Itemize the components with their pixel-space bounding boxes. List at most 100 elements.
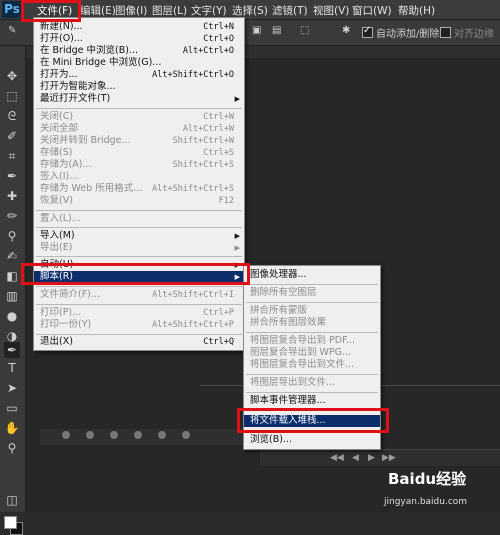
submenu-item-image-processor[interactable]: 图像处理器... [244, 269, 380, 281]
history-brush-tool-icon[interactable]: ✍ [4, 248, 20, 264]
menu-separator [36, 210, 242, 211]
layer-style-icon[interactable] [86, 431, 94, 439]
menu-separator [246, 374, 378, 375]
menu-file[interactable]: 文件(F) [37, 3, 72, 18]
next-frame-icon[interactable]: ▶▶ [382, 453, 396, 463]
menu-image[interactable]: 图像(I) [115, 3, 147, 18]
menu-item-save-for-web[interactable]: 存储为 Web 所用格式... Alt+Shift+Ctrl+S [34, 183, 244, 195]
file-menu-dropdown: 新建(N)... Ctrl+N 打开(O)... Ctrl+O 在 Bridge 中… [33, 17, 245, 351]
type-tool-icon[interactable]: T [4, 360, 20, 376]
menu-separator [246, 284, 378, 285]
menu-item-open-as[interactable]: 打开为... Alt+Shift+Ctrl+O [34, 69, 244, 81]
quick-mask-icon[interactable]: ◫ [4, 492, 20, 508]
pen-tool-icon[interactable]: ✒ [4, 342, 20, 358]
menu-item-close[interactable]: 关闭(C) Ctrl+W [34, 111, 244, 123]
settings-gear-icon[interactable]: ✱ [342, 25, 350, 39]
menu-item-exit[interactable]: 退出(X) Ctrl+Q [34, 336, 244, 348]
menu-item-export[interactable]: 导出(E) ▶ [34, 242, 244, 254]
menu-filter[interactable]: 滤镜(T) [272, 3, 308, 18]
zoom-tool-icon[interactable]: ⚲ [4, 440, 20, 456]
checkbox-checked-icon [362, 25, 373, 38]
submenu-item-comps-to-files[interactable]: 将图层复合导出到文件... [244, 359, 380, 371]
menu-item-close-go-bridge[interactable]: 关闭并转到 Bridge... Shift+Ctrl+W [34, 135, 244, 147]
submenu-item-browse[interactable]: 浏览(B)... [244, 434, 380, 446]
eyedropper-tool-icon[interactable]: ✒ [4, 168, 20, 184]
menu-edit[interactable]: 编辑(E) [80, 3, 116, 18]
submenu-arrow-icon: ▶ [234, 261, 240, 269]
path-ops-icon[interactable]: ▣ [252, 25, 261, 39]
menu-item-browse-mini-bridge[interactable]: 在 Mini Bridge 中浏览(G)... [34, 57, 244, 69]
new-layer-icon[interactable] [182, 431, 190, 439]
auto-add-delete-checkbox[interactable]: 自动添加/删除 [362, 25, 440, 40]
menu-item-new[interactable]: 新建(N)... Ctrl+N [34, 21, 244, 33]
menu-separator [36, 334, 242, 335]
path-selection-tool-icon[interactable]: ➤ [4, 380, 20, 396]
menu-separator [246, 302, 378, 303]
menu-item-automate[interactable]: 自动(U) ▶ [34, 259, 244, 271]
shape-tool-icon[interactable]: ▭ [4, 400, 20, 416]
submenu-item-flatten-layer-effects[interactable]: 拼合所有图层效果 [244, 317, 380, 329]
menu-item-scripts[interactable]: 脚本(R) ▶ [34, 271, 244, 283]
healing-tool-icon[interactable]: ✚ [4, 188, 20, 204]
hand-tool-icon[interactable]: ✋ [4, 420, 20, 436]
align-edges-checkbox[interactable]: 对齐边缘 [440, 25, 494, 40]
submenu-item-flatten-masks[interactable]: 拼合所有蒙版 [244, 305, 380, 317]
add-mask-icon[interactable] [110, 431, 118, 439]
menu-layer[interactable]: 图层(L) [152, 3, 187, 18]
submenu-item-load-files-into-stack[interactable]: 将文件载入堆栈... [244, 415, 380, 427]
menu-item-import[interactable]: 导入(M) ▶ [34, 230, 244, 242]
menu-item-file-info[interactable]: 文件简介(F)... Alt+Shift+Ctrl+I [34, 289, 244, 301]
adjustment-layer-icon[interactable] [134, 431, 142, 439]
menu-item-save[interactable]: 存储(S) Ctrl+S [34, 147, 244, 159]
submenu-item-delete-empty-layers[interactable]: 删除所有空图层 [244, 287, 380, 299]
pen-tool-icon[interactable]: ✎ [8, 25, 16, 39]
gradient-tool-icon[interactable]: ▥ [4, 288, 20, 304]
watermark-url: jingyan.baidu.com [384, 497, 468, 507]
quick-select-tool-icon[interactable]: ✐ [4, 128, 20, 144]
menu-view[interactable]: 视图(V) [313, 3, 349, 18]
marquee-tool-icon[interactable]: ⬚ [4, 88, 20, 104]
clone-stamp-tool-icon[interactable]: ⚲ [4, 228, 20, 244]
submenu-item-script-events-manager[interactable]: 脚本事件管理器... [244, 395, 380, 407]
auto-add-delete-label: 自动添加/删除 [376, 29, 440, 40]
arrange-icon[interactable]: ⬚ [300, 25, 309, 39]
timeline-controls: ◀◀ ◀ ▶ ▶▶ [260, 449, 500, 466]
submenu-item-layers-to-files[interactable]: 将图层导出到文件... [244, 377, 380, 389]
submenu-arrow-icon: ▶ [234, 232, 240, 240]
menu-item-open-smart-object[interactable]: 打开为智能对象... [34, 81, 244, 93]
first-frame-icon[interactable]: ◀◀ [330, 453, 344, 463]
menu-item-open[interactable]: 打开(O)... Ctrl+O [34, 33, 244, 45]
crop-tool-icon[interactable]: ⌗ [4, 148, 20, 164]
foreground-color-swatch[interactable] [4, 516, 17, 529]
menu-item-browse-bridge[interactable]: 在 Bridge 中浏览(B)... Alt+Ctrl+O [34, 45, 244, 57]
menu-item-print[interactable]: 打印(P)... Ctrl+P [34, 307, 244, 319]
submenu-item-comps-to-wpg[interactable]: 图层复合导出到 WPG... [244, 347, 380, 359]
menu-select[interactable]: 选择(S) [232, 3, 268, 18]
menu-help[interactable]: 帮助(H) [398, 3, 435, 18]
prev-frame-icon[interactable]: ◀ [352, 453, 359, 463]
play-icon[interactable]: ▶ [368, 453, 375, 463]
submenu-item-comps-to-pdf[interactable]: 将图层复合导出到 PDF... [244, 335, 380, 347]
menu-item-print-one[interactable]: 打印一份(Y) Alt+Shift+Ctrl+P [34, 319, 244, 331]
blur-tool-icon[interactable]: ● [4, 308, 20, 324]
menu-separator [36, 256, 242, 257]
menu-item-place[interactable]: 置入(L)... [34, 213, 244, 225]
brush-tool-icon[interactable]: ✏ [4, 208, 20, 224]
group-icon[interactable] [158, 431, 166, 439]
baidu-watermark: Baidu经验 [388, 468, 466, 489]
menu-item-revert[interactable]: 恢复(V) F12 [34, 195, 244, 207]
menu-type[interactable]: 文字(Y) [191, 3, 227, 18]
align-icon[interactable]: ▤ [272, 25, 281, 39]
menu-item-recent-files[interactable]: 最近打开文件(T) ▶ [34, 93, 244, 105]
menu-window[interactable]: 窗口(W) [352, 3, 392, 18]
menu-item-save-as[interactable]: 存储为(A)... Shift+Ctrl+S [34, 159, 244, 171]
move-tool-icon[interactable]: ✥ [4, 68, 20, 84]
menu-item-check-in[interactable]: 签入(I)... [34, 171, 244, 183]
lasso-tool-icon[interactable]: ᘓ [4, 108, 20, 124]
menu-separator [246, 430, 378, 431]
menu-separator [36, 227, 242, 228]
menu-separator [246, 332, 378, 333]
link-layers-icon[interactable] [62, 431, 70, 439]
menu-item-close-all[interactable]: 关闭全部 Alt+Ctrl+W [34, 123, 244, 135]
eraser-tool-icon[interactable]: ◧ [4, 268, 20, 284]
